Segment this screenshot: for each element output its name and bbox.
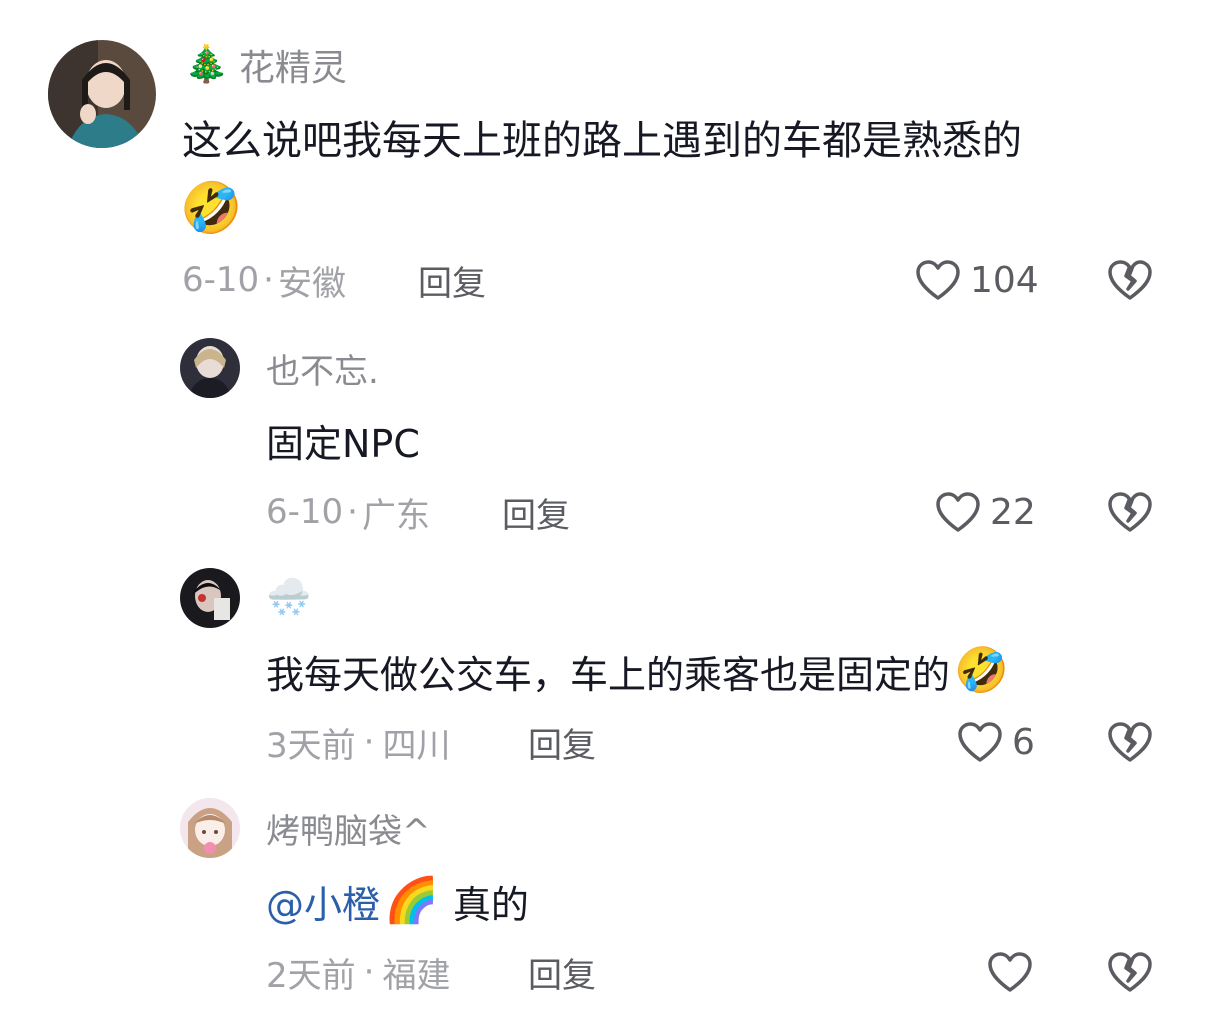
reply-button[interactable]: 回复 bbox=[528, 948, 596, 996]
rofl-emoji: 🤣 bbox=[954, 645, 1009, 696]
avatar[interactable] bbox=[180, 338, 240, 398]
username[interactable]: 花精灵 bbox=[239, 39, 347, 91]
comment-text-content: 我每天做公交车，车上的乘客也是固定的 bbox=[266, 652, 951, 697]
like-button[interactable] bbox=[986, 948, 1034, 996]
username-row: 🌨️ bbox=[266, 574, 321, 622]
mention-link[interactable]: @小橙 bbox=[266, 874, 380, 929]
comment-text: @小橙 🌈 真的 bbox=[266, 870, 529, 932]
avatar[interactable] bbox=[48, 40, 156, 148]
broken-heart-icon bbox=[1108, 952, 1152, 992]
christmas-tree-emoji: 🎄 bbox=[184, 44, 229, 85]
comment-text-line2: 🤣 bbox=[180, 180, 242, 236]
comment-text: 我每天做公交车，车上的乘客也是固定的 🤣 bbox=[266, 640, 1009, 702]
username-row: 🎄 花精灵 bbox=[184, 40, 347, 90]
comment-date: 2天前 bbox=[266, 955, 356, 996]
reply-button[interactable]: 回复 bbox=[502, 488, 570, 536]
like-button[interactable]: 104 bbox=[914, 256, 1039, 304]
comment-text-content: 这么说吧我每天上班的路上遇到的车都是熟悉的 bbox=[182, 118, 1022, 164]
comment-text: 固定NPC bbox=[266, 412, 420, 468]
comment-text-content: 固定NPC bbox=[266, 421, 420, 466]
rainbow-emoji: 🌈 bbox=[384, 875, 439, 926]
comment-text-content: 真的 bbox=[452, 882, 529, 927]
like-button[interactable]: 22 bbox=[934, 488, 1036, 536]
comment-text: 这么说吧我每天上班的路上遇到的车都是熟悉的 bbox=[182, 108, 1022, 166]
comment-date: 6-10 bbox=[182, 260, 260, 300]
comment-meta: 3天前 · 四川 bbox=[266, 718, 450, 766]
heart-outline-icon bbox=[988, 952, 1032, 992]
heart-outline-icon bbox=[916, 260, 960, 300]
username[interactable]: 也不忘. bbox=[266, 344, 379, 393]
dislike-button[interactable] bbox=[1106, 256, 1154, 304]
comment-location: 广东 bbox=[361, 495, 430, 536]
avatar[interactable] bbox=[180, 568, 240, 628]
like-count: 6 bbox=[1012, 721, 1035, 763]
avatar[interactable] bbox=[180, 798, 240, 858]
heart-outline-icon bbox=[958, 722, 1002, 762]
dislike-button[interactable] bbox=[1106, 718, 1154, 766]
broken-heart-icon bbox=[1108, 260, 1152, 300]
comment-meta: 6-10 · 广东 bbox=[266, 488, 430, 536]
username-row: 也不忘. bbox=[266, 344, 379, 392]
meta-separator: · bbox=[263, 260, 274, 300]
reply-button[interactable]: 回复 bbox=[418, 256, 486, 304]
meta-separator: · bbox=[363, 722, 375, 762]
rofl-emoji: 🤣 bbox=[180, 179, 243, 237]
username[interactable]: 烤鸭脑袋^ bbox=[266, 804, 431, 853]
broken-heart-icon bbox=[1108, 722, 1152, 762]
comment-meta: 6-10 · 安徽 bbox=[182, 256, 346, 304]
dislike-button[interactable] bbox=[1106, 488, 1154, 536]
comment-date: 3天前 bbox=[266, 725, 356, 766]
comment-location: 四川 bbox=[382, 725, 451, 766]
like-count: 22 bbox=[990, 491, 1036, 533]
like-count: 104 bbox=[970, 259, 1039, 301]
username-row: 烤鸭脑袋^ bbox=[266, 804, 431, 852]
heart-outline-icon bbox=[936, 492, 980, 532]
comment-location: 安徽 bbox=[277, 263, 346, 304]
meta-separator: · bbox=[347, 492, 358, 532]
dislike-button[interactable] bbox=[1106, 948, 1154, 996]
comment-meta: 2天前 · 福建 bbox=[266, 948, 450, 996]
reply-button[interactable]: 回复 bbox=[528, 718, 596, 766]
broken-heart-icon bbox=[1108, 492, 1152, 532]
comment-location: 福建 bbox=[382, 955, 451, 996]
like-button[interactable]: 6 bbox=[956, 718, 1035, 766]
comment-date: 6-10 bbox=[266, 492, 344, 532]
meta-separator: · bbox=[363, 952, 375, 992]
snow-cloud-emoji: 🌨️ bbox=[266, 577, 311, 618]
